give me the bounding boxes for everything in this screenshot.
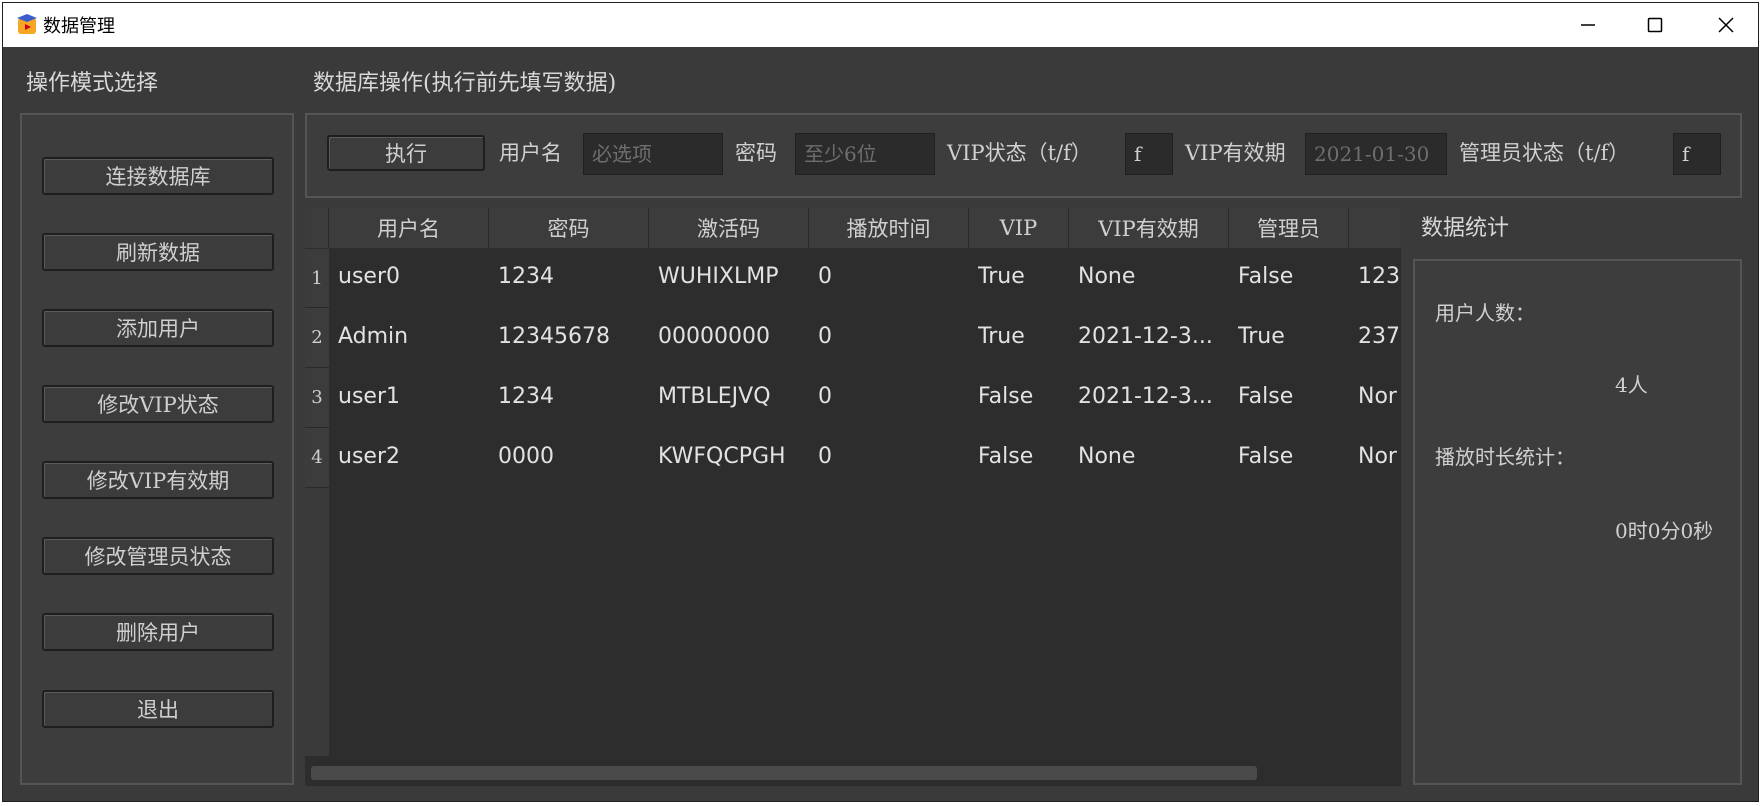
vip-expiry-input[interactable] xyxy=(1305,133,1447,175)
admin-status-input[interactable] xyxy=(1673,133,1721,175)
db-ops-panel: 执行 用户名 密码 VIP状态（t/f） VIP有效期 管理员状态（t/f） xyxy=(305,113,1742,198)
play-time-value: 0时0分0秒 xyxy=(1615,519,1714,543)
title-bar: 数据管理 xyxy=(3,3,1758,47)
execute-button[interactable]: 执行 xyxy=(327,135,485,171)
window-title: 数据管理 xyxy=(43,16,115,37)
table-cell[interactable]: MTBLEJVQ xyxy=(658,384,808,409)
table-cell[interactable]: Nor xyxy=(1358,384,1401,409)
table-cell[interactable]: 2021-12-3... xyxy=(1078,324,1228,349)
user-table[interactable]: 用户名 密码 激活码 播放时间 VIP VIP有效期 管理员 1 2 3 4 u… xyxy=(305,208,1401,786)
column-header[interactable]: VIP xyxy=(969,208,1069,248)
table-cell[interactable]: None xyxy=(1078,444,1228,469)
row-header-filler xyxy=(305,488,329,756)
table-cell[interactable]: 12345678 xyxy=(498,324,648,349)
password-label: 密码 xyxy=(735,141,777,165)
column-header[interactable]: 用户名 xyxy=(329,208,489,248)
table-cell[interactable]: False xyxy=(978,384,1068,409)
table-header: 用户名 密码 激活码 播放时间 VIP VIP有效期 管理员 xyxy=(305,208,1401,248)
app-logo-icon xyxy=(17,14,37,34)
table-cell[interactable]: Admin xyxy=(338,324,488,349)
close-icon xyxy=(1718,17,1734,33)
row-header[interactable]: 3 xyxy=(305,368,329,428)
column-header[interactable]: 管理员 xyxy=(1229,208,1349,248)
table-cell[interactable]: False xyxy=(1238,444,1348,469)
user-count-label: 用户人数： xyxy=(1435,301,1535,325)
table-cell[interactable]: user2 xyxy=(338,444,488,469)
table-cell[interactable]: 0 xyxy=(818,384,968,409)
column-header[interactable]: 密码 xyxy=(489,208,649,248)
mode-panel-title: 操作模式选择 xyxy=(26,71,159,96)
table-cell[interactable]: False xyxy=(1238,384,1348,409)
vip-status-input[interactable] xyxy=(1125,133,1173,175)
exit-button[interactable]: 退出 xyxy=(42,690,274,728)
table-cell[interactable]: 00000000 xyxy=(658,324,808,349)
password-input[interactable] xyxy=(795,133,935,175)
play-time-label: 播放时长统计： xyxy=(1435,445,1575,469)
table-cell[interactable]: 0 xyxy=(818,444,968,469)
minimize-icon xyxy=(1581,24,1595,26)
table-cell[interactable]: WUHIXLMP xyxy=(658,264,808,289)
row-header[interactable]: 2 xyxy=(305,308,329,368)
table-cell[interactable]: False xyxy=(1238,264,1348,289)
maximize-icon xyxy=(1647,17,1663,33)
maximize-button[interactable] xyxy=(1620,3,1690,47)
table-cell[interactable]: user1 xyxy=(338,384,488,409)
scrollbar-thumb[interactable] xyxy=(311,766,1257,780)
table-cell[interactable]: 0 xyxy=(818,264,968,289)
column-header[interactable] xyxy=(1349,208,1401,248)
table-cell[interactable]: 237 xyxy=(1358,324,1401,349)
column-header[interactable]: 激活码 xyxy=(649,208,809,248)
column-header[interactable]: 播放时间 xyxy=(809,208,969,248)
table-cell[interactable]: user0 xyxy=(338,264,488,289)
refresh-data-button[interactable]: 刷新数据 xyxy=(42,233,274,271)
user-count-value: 4人 xyxy=(1615,373,1648,397)
edit-vip-expiry-button[interactable]: 修改VIP有效期 xyxy=(42,461,274,499)
vip-status-label: VIP状态（t/f） xyxy=(947,141,1092,165)
horizontal-scrollbar[interactable] xyxy=(305,756,1401,786)
table-cell[interactable]: 0 xyxy=(818,324,968,349)
close-button[interactable] xyxy=(1691,3,1761,47)
table-cell[interactable]: 123 xyxy=(1358,264,1401,289)
table-cell[interactable]: None xyxy=(1078,264,1228,289)
row-header[interactable]: 4 xyxy=(305,428,329,488)
table-cell[interactable]: KWFQCPGH xyxy=(658,444,808,469)
table-cell[interactable]: 1234 xyxy=(498,384,648,409)
table-cell[interactable]: True xyxy=(1238,324,1348,349)
db-ops-title: 数据库操作(执行前先填写数据) xyxy=(313,71,617,96)
table-cell[interactable]: 2021-12-3... xyxy=(1078,384,1228,409)
vip-expiry-label: VIP有效期 xyxy=(1185,141,1286,165)
minimize-button[interactable] xyxy=(1553,3,1623,47)
stats-panel: 用户人数： 4人 播放时长统计： 0时0分0秒 xyxy=(1413,259,1742,785)
edit-admin-status-button[interactable]: 修改管理员状态 xyxy=(42,537,274,575)
row-header[interactable]: 1 xyxy=(305,249,329,308)
table-cell[interactable]: True xyxy=(978,324,1068,349)
username-label: 用户名 xyxy=(499,141,562,165)
table-cell[interactable]: 1234 xyxy=(498,264,648,289)
username-input[interactable] xyxy=(583,133,723,175)
table-cell[interactable]: True xyxy=(978,264,1068,289)
edit-vip-status-button[interactable]: 修改VIP状态 xyxy=(42,385,274,423)
corner-cell[interactable] xyxy=(305,208,329,248)
admin-status-label: 管理员状态（t/f） xyxy=(1459,141,1630,165)
table-cell[interactable]: Nor xyxy=(1358,444,1401,469)
stats-title: 数据统计 xyxy=(1421,216,1510,241)
delete-user-button[interactable]: 删除用户 xyxy=(42,613,274,651)
table-cell[interactable]: 0000 xyxy=(498,444,648,469)
add-user-button[interactable]: 添加用户 xyxy=(42,309,274,347)
connect-db-button[interactable]: 连接数据库 xyxy=(42,157,274,195)
mode-panel: 连接数据库 刷新数据 添加用户 修改VIP状态 修改VIP有效期 修改管理员状态… xyxy=(20,113,294,785)
column-header[interactable]: VIP有效期 xyxy=(1069,208,1229,248)
table-cell[interactable]: False xyxy=(978,444,1068,469)
